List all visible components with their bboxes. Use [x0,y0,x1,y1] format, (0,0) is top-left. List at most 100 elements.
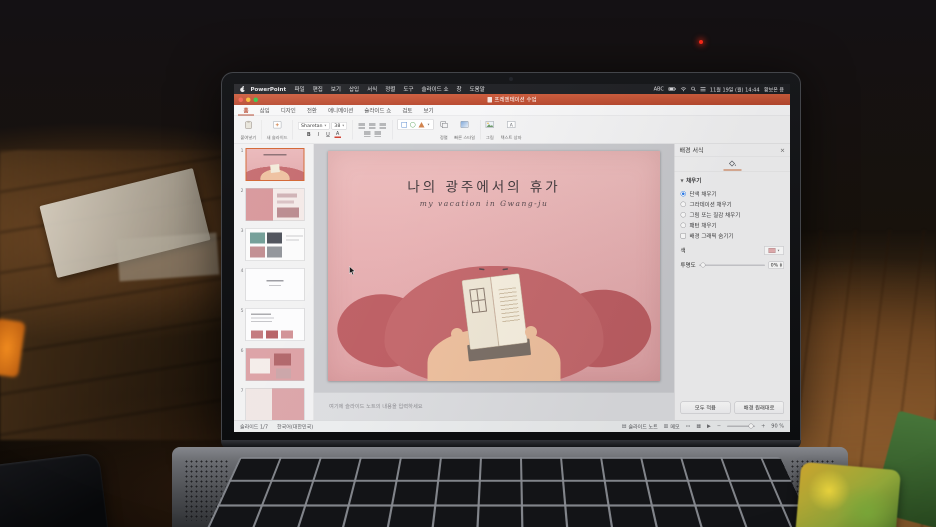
fill-section-header[interactable]: ▼ 채우기 [681,177,785,185]
slide-thumbnail-image[interactable] [245,228,305,261]
close-icon[interactable]: ✕ [780,147,785,154]
radio-control[interactable] [680,233,686,239]
app-menu-name[interactable]: PowerPoint [246,86,291,93]
slide-thumbnail[interactable]: 1 [237,148,310,181]
transparency-value-field[interactable]: 0% ▲ ▼ [768,261,784,269]
slide-thumbnail[interactable]: 7 [237,388,310,420]
zoom-out-icon[interactable]: − [717,424,721,430]
ribbon-tab[interactable]: 검토 [397,105,418,116]
triangle-shape-icon[interactable] [418,121,425,128]
slide-thumbnail[interactable]: 5 [237,308,310,341]
text-box-button[interactable]: A 텍스트 상자 [499,118,523,142]
zoom-slider[interactable] [727,423,756,429]
menu-item[interactable]: 편집 [309,85,327,93]
shapes-gallery-box[interactable]: ▾ [397,119,434,130]
rectangle-shape-icon[interactable] [401,121,408,128]
underline-button[interactable]: U [324,131,333,138]
align-center-icon[interactable] [369,123,376,129]
slide-thumbnail-image[interactable] [245,188,305,221]
menu-item[interactable]: 삽입 [345,85,363,93]
menu-bar-clock[interactable]: 11월 19일 (월) 14:44 [710,85,760,93]
notes-pane[interactable]: 여기에 슬라이드 노트의 내용을 입력하세요 [314,392,674,420]
fill-option[interactable]: 배경 그래픽 숨기기 [680,231,785,242]
font-size-select[interactable]: 38 ▾ [331,121,348,130]
numbered-list-icon[interactable] [374,130,381,137]
font-color-icon[interactable]: A [334,131,341,138]
fill-option[interactable]: 그림 또는 질감 채우기 [680,210,785,221]
arrange-button[interactable]: 정렬 [438,118,449,142]
new-slide-button[interactable]: 새 슬라이드 [265,118,289,142]
stepper-icon[interactable]: ▲ ▼ [780,262,782,268]
slide-thumbnail-image[interactable] [245,308,305,341]
close-window-button[interactable] [238,97,243,102]
input-source-icon[interactable]: ABC [654,86,664,92]
language-indicator[interactable]: 한국어(대한민국) [277,423,313,431]
slide-thumbnail[interactable]: 2 [237,188,310,221]
memo-toggle-button[interactable]: ▥ 메모 [664,423,680,431]
normal-view-icon[interactable]: ▭ [686,424,691,430]
menu-item[interactable]: 창 [453,85,466,93]
zoom-window-button[interactable] [253,97,258,102]
minimize-window-button[interactable] [246,97,251,102]
menu-item[interactable]: 도구 [399,85,417,93]
transparency-slider-thumb[interactable] [700,262,706,268]
menu-item[interactable]: 도움말 [466,85,489,93]
user-name[interactable]: 황보은 용 [764,85,784,93]
font-name-select[interactable]: Sharetan ▾ [298,121,330,130]
slide-thumbnail[interactable]: 3 [237,228,310,261]
slide-editing-area[interactable]: 나의 광주에서의 휴가 my vacation in Gwang-ju [328,151,660,381]
fill-option[interactable]: 패턴 채우기 [680,220,785,231]
radio-control[interactable] [680,222,686,228]
slide-thumbnail-image[interactable] [245,348,305,381]
apply-all-button[interactable]: 모두 적용 [680,401,731,414]
picture-button[interactable]: 그림 [484,118,496,142]
reset-background-button[interactable]: 배경 원래대로 [734,401,784,414]
align-left-icon[interactable] [358,123,366,129]
radio-control[interactable] [680,201,686,207]
ribbon-tab[interactable]: 슬라이드 쇼 [359,105,397,116]
fill-option[interactable]: 단색 채우기 [680,189,785,200]
notes-toggle-button[interactable]: ▤ 슬라이드 노트 [622,423,658,431]
italic-button[interactable]: I [315,131,321,138]
ellipse-shape-icon[interactable] [410,121,416,128]
menu-item[interactable]: 보기 [327,85,345,93]
window-title-bar[interactable]: 프레젠테이션 수업 [234,94,790,105]
slide-thumbnail-image[interactable] [245,148,305,181]
ribbon-tab[interactable]: 삽입 [254,105,275,116]
menu-item[interactable]: 파일 [291,85,309,93]
notification-center-icon[interactable] [700,87,706,92]
menu-item[interactable]: 서식 [363,85,381,93]
battery-icon[interactable] [668,87,676,91]
wifi-icon[interactable] [680,87,687,92]
zoom-slider-thumb[interactable] [748,423,754,429]
zoom-in-icon[interactable]: + [761,424,765,430]
ribbon-tab[interactable]: 보기 [418,105,439,116]
color-dropdown-button[interactable]: ▾ [764,246,784,255]
zoom-percentage[interactable]: 90 % [771,424,784,430]
slide-thumbnail-image[interactable] [245,268,305,301]
quick-styles-button[interactable]: 빠른 스타일 [453,118,477,142]
fill-bucket-icon[interactable] [723,158,742,171]
ribbon-tab[interactable]: 전환 [301,105,322,116]
slide-thumbnail[interactable]: 4 [237,268,310,301]
gallery-caret-icon[interactable]: ▾ [428,123,430,127]
ribbon-tab[interactable]: 홈 [238,105,254,116]
spotlight-icon[interactable] [691,86,696,92]
menu-item[interactable]: 슬라이드 쇼 [417,85,452,93]
fill-option[interactable]: 그라데이션 채우기 [680,199,785,210]
slide-sorter-icon[interactable]: ▦ [696,424,701,430]
radio-control[interactable] [680,191,686,197]
slide-subtitle-text[interactable]: my vacation in Gwang-ju [341,199,627,208]
slide-thumbnail[interactable]: 6 [237,348,310,381]
paste-button[interactable]: 붙여넣기 [239,118,258,142]
slideshow-icon[interactable]: ▶ [707,424,711,430]
ribbon-tab[interactable]: 디자인 [275,105,301,116]
bold-button[interactable]: B [304,131,313,138]
ribbon-tab[interactable]: 애니메이션 [323,105,359,116]
slide-title-text[interactable]: 나의 광주에서의 휴가 [341,176,627,196]
shapes-gallery[interactable]: ▾ [396,118,435,142]
align-right-icon[interactable] [379,123,387,129]
radio-control[interactable] [680,212,686,218]
transparency-slider[interactable] [699,262,766,268]
slide-thumbnail-image[interactable] [245,388,305,420]
